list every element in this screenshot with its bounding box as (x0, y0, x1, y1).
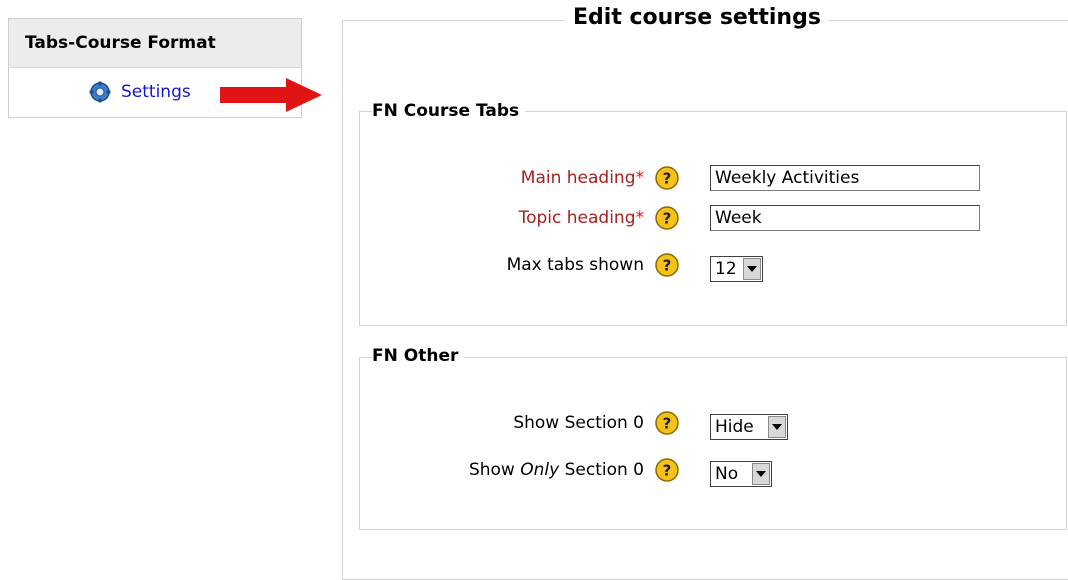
svg-text:?: ? (663, 257, 672, 275)
show-section0-value: Hide (715, 417, 754, 437)
max-tabs-row: Max tabs shown ? 12 (340, 250, 1000, 282)
dropdown-arrow-icon[interactable] (752, 463, 771, 485)
page-title: Edit course settings (565, 5, 829, 30)
fn-other-legend: FN Other (372, 346, 465, 366)
dropdown-arrow-icon[interactable] (742, 258, 761, 280)
svg-text:?: ? (663, 415, 672, 433)
show-section0-select[interactable]: Hide (710, 414, 788, 440)
svg-text:?: ? (663, 462, 672, 480)
settings-link[interactable]: Settings (121, 82, 191, 102)
main-heading-input[interactable] (710, 165, 980, 191)
topic-heading-input[interactable] (710, 205, 980, 231)
show-only-section0-value: No (715, 464, 739, 484)
max-tabs-label: Max tabs shown (506, 255, 644, 275)
show-section0-label: Show Section 0 (513, 413, 644, 433)
svg-text:?: ? (663, 210, 672, 228)
help-icon[interactable]: ? (654, 165, 680, 191)
show-section0-row: Show Section 0 ? Hide (340, 408, 1000, 440)
show-only-section0-row: Show Only Section 0 ? No (340, 455, 1000, 487)
red-arrow-icon (220, 78, 322, 112)
svg-text:?: ? (663, 170, 672, 188)
max-tabs-value: 12 (715, 259, 737, 279)
help-icon[interactable]: ? (654, 205, 680, 231)
fn-course-tabs-legend: FN Course Tabs (372, 101, 526, 121)
show-only-section0-select[interactable]: No (710, 461, 773, 487)
fn-other-fieldset (359, 357, 1067, 530)
gear-icon (89, 81, 111, 103)
required-mark: * (635, 208, 645, 228)
show-only-section0-label: Show Only Section 0 (468, 460, 644, 480)
topic-heading-row: Topic heading* ? (340, 203, 1000, 233)
topic-heading-label: Topic heading* (518, 208, 645, 228)
help-icon[interactable]: ? (654, 252, 680, 278)
help-icon[interactable]: ? (654, 410, 680, 436)
required-mark: * (635, 168, 645, 188)
main-heading-row: Main heading* ? (340, 163, 1000, 193)
help-icon[interactable]: ? (654, 457, 680, 483)
max-tabs-select[interactable]: 12 (710, 256, 763, 282)
dropdown-arrow-icon[interactable] (767, 416, 786, 438)
main-heading-label: Main heading* (520, 168, 645, 188)
block-title: Tabs-Course Format (9, 19, 301, 68)
